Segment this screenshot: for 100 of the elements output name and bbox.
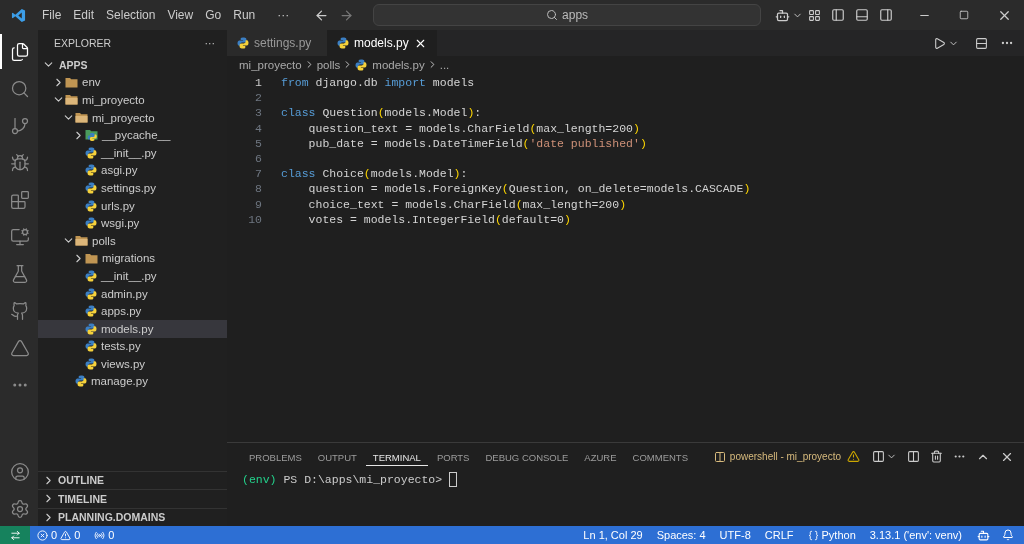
menu-item[interactable]: Selection (100, 8, 162, 22)
tree-item[interactable]: asgi.py (38, 161, 227, 180)
tree-item[interactable]: APPS (38, 56, 227, 74)
python-icon (85, 269, 97, 282)
line-number: 8 (254, 182, 262, 196)
back-icon[interactable] (314, 7, 330, 23)
python-icon (85, 199, 97, 212)
status-item[interactable]: Spaces: 4 (649, 529, 713, 541)
breadcrumb-item[interactable]: ... (439, 58, 450, 71)
terminal-name[interactable]: powershell - mi_proyecto (729, 451, 841, 462)
ports-status[interactable]: 0 (87, 529, 122, 541)
python-icon (237, 37, 249, 49)
python-icon (85, 287, 97, 300)
search-field[interactable]: apps (373, 4, 761, 26)
folder-icon (85, 252, 98, 264)
editor-tab[interactable]: models.py (327, 30, 437, 56)
python-icon (85, 357, 97, 370)
tree-item[interactable]: migrations (38, 249, 227, 268)
tree-item-label: urls.py (101, 199, 135, 212)
menu-item[interactable]: View (161, 8, 200, 22)
open-folder-icon (65, 94, 78, 106)
python-icon (85, 322, 97, 335)
tree-item[interactable]: mi_proyecto (38, 108, 227, 127)
tree-item-label: env (82, 76, 101, 89)
tree-item[interactable]: settings.py (38, 179, 227, 197)
panel-tab[interactable]: TERMINAL (365, 447, 428, 466)
secondary-sidebar-icon[interactable] (879, 8, 893, 22)
line-number: 6 (254, 152, 262, 166)
split-terminal-icon[interactable] (872, 450, 885, 463)
app-logo-icon (11, 7, 26, 23)
restore-icon[interactable] (959, 10, 969, 20)
tree-item[interactable]: polls (38, 231, 227, 250)
tree-item[interactable]: tests.py (38, 337, 227, 356)
bell-icon[interactable] (1002, 529, 1014, 541)
code-line: question = models.ForeignKey(Question, on_delete=models.CASCADE) (307, 182, 751, 196)
tree-item[interactable]: apps.py (38, 302, 227, 320)
remote-icon[interactable] (0, 526, 30, 544)
panel-tab[interactable]: COMMENTS (625, 447, 695, 466)
tree-item-label: polls (92, 234, 116, 247)
interpreter-status[interactable]: 3.13.1 ('env': venv) (862, 529, 969, 541)
panel-tab[interactable]: OUTPUT (310, 447, 364, 466)
search-icon (546, 9, 559, 21)
tree-item[interactable]: manage.py (38, 372, 227, 391)
menu-item[interactable]: Go (199, 8, 228, 22)
sidebar-section[interactable]: TIMELINE (38, 489, 227, 508)
tree-item[interactable]: admin.py (38, 284, 227, 303)
broadcast-icon (94, 529, 106, 541)
python-icon (85, 181, 97, 194)
line-number: 7 (254, 167, 262, 181)
more-actions[interactable]: ··· (204, 37, 215, 49)
forward-icon[interactable] (339, 7, 355, 23)
tree-item[interactable]: __init__.py (38, 267, 227, 285)
editor-tab[interactable]: settings.py (227, 30, 327, 56)
problems-status[interactable]: 0 0 (30, 529, 88, 541)
tree-item-label: mi_proyecto (92, 111, 155, 124)
tree-item[interactable]: __init__.py (38, 143, 227, 162)
panel-tab[interactable]: PORTS (429, 447, 477, 466)
tree-item[interactable]: __pycache__ (38, 126, 227, 144)
tree-item[interactable]: models.py (38, 319, 227, 338)
breadcrumb-item[interactable]: models.py (372, 58, 425, 71)
tree-item-label: APPS (59, 58, 88, 71)
panel-tab[interactable]: DEBUG CONSOLE (478, 447, 576, 466)
tree-item[interactable]: wsgi.py (38, 214, 227, 232)
python-icon (85, 340, 97, 353)
panel-toggle-icon[interactable] (855, 8, 869, 22)
status-item[interactable]: CRLF (757, 529, 801, 541)
sidebar-toggle-icon[interactable] (831, 8, 845, 22)
python-icon (75, 375, 87, 388)
panel-tab[interactable]: PROBLEMS (242, 447, 309, 466)
python-icon (85, 164, 97, 177)
python-icon (85, 217, 97, 230)
warning-icon (60, 529, 72, 541)
more-menu[interactable]: ··· (271, 8, 296, 22)
status-item[interactable]: UTF-8 (712, 529, 758, 541)
line-number: 1 (254, 76, 262, 90)
tree-item[interactable]: mi_proyecto (38, 91, 227, 109)
menu-item[interactable]: Edit (67, 8, 101, 22)
tree-item-label: mi_proyecto (82, 94, 145, 106)
code-line: pub_date = models.DateTimeField('date published') (307, 136, 647, 150)
breadcrumb-item[interactable]: mi_proyecto (239, 58, 302, 71)
language-status[interactable]: Python (800, 529, 863, 541)
sidebar-section[interactable]: OUTLINE (38, 470, 227, 489)
tree-item[interactable]: urls.py (38, 196, 227, 215)
trash-icon[interactable] (930, 450, 943, 463)
menu-item[interactable]: File (36, 8, 68, 22)
tree-item-label: migrations (102, 252, 156, 265)
split-icon[interactable] (907, 450, 920, 463)
panel-tab[interactable]: AZURE (577, 447, 624, 466)
line-number: 2 (254, 91, 262, 105)
tree-item[interactable]: env (38, 73, 227, 92)
menu-item[interactable]: Run (227, 8, 262, 22)
tree-item[interactable]: views.py (38, 355, 227, 373)
python-folder-icon (85, 129, 98, 142)
breadcrumb-item[interactable]: polls (316, 58, 341, 71)
terminal-icon (713, 450, 726, 463)
status-item[interactable]: Ln 1, Col 29 (576, 529, 650, 541)
tree-item-label: admin.py (101, 287, 148, 300)
open-folder-icon (75, 235, 88, 247)
layout-icon[interactable] (808, 8, 821, 22)
line-number: 3 (254, 106, 262, 120)
